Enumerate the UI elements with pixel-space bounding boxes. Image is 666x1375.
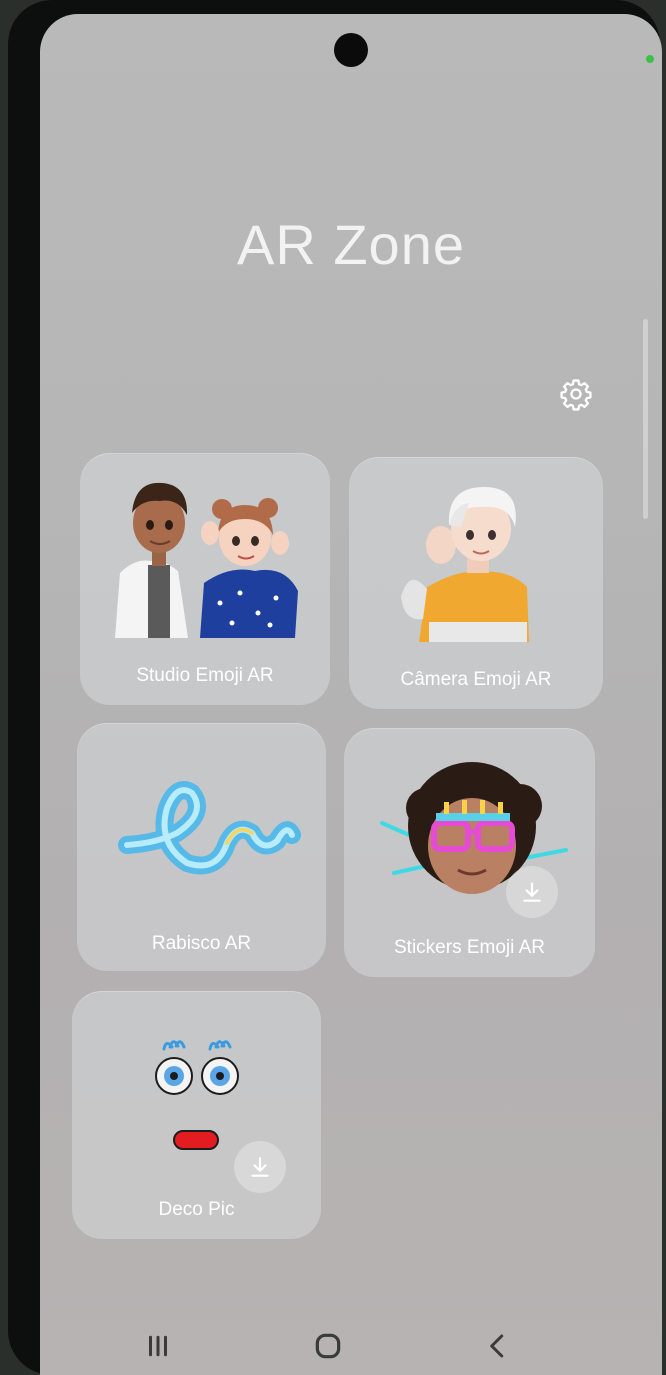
page-title: AR Zone xyxy=(237,213,465,276)
download-icon xyxy=(523,882,541,902)
screen: AR Zone Studio Emoji AR Câmera Emoji AR … xyxy=(40,14,662,1375)
waving-avatar-illustration xyxy=(401,487,529,642)
party-glasses-avatar-illustration xyxy=(380,762,568,894)
navigation-bar xyxy=(40,1314,662,1374)
download-icon xyxy=(251,1157,269,1177)
scroll-indicator[interactable] xyxy=(643,319,648,519)
recents-icon xyxy=(149,1335,167,1357)
settings-button[interactable] xyxy=(554,372,598,416)
tile-label: Studio Emoji AR xyxy=(136,665,274,686)
front-camera xyxy=(334,33,368,67)
tile-label: Deco Pic xyxy=(158,1199,235,1220)
tile-rabisco-ar[interactable]: Rabisco AR xyxy=(77,723,326,971)
download-button[interactable] xyxy=(506,866,558,918)
home-button[interactable] xyxy=(306,1324,350,1368)
tile-label: Rabisco AR xyxy=(151,933,252,954)
home-icon xyxy=(315,1333,341,1359)
back-button[interactable] xyxy=(476,1324,520,1368)
status-led xyxy=(646,55,654,63)
tile-studio-emoji-ar[interactable]: Studio Emoji AR xyxy=(80,453,330,705)
download-button[interactable] xyxy=(234,1141,286,1193)
tile-camera-emoji-ar[interactable]: Câmera Emoji AR xyxy=(349,457,603,709)
tile-deco-pic[interactable]: Deco Pic xyxy=(72,991,321,1239)
neon-scribble-illustration xyxy=(118,781,301,875)
two-avatars-illustration xyxy=(115,482,298,638)
tile-stickers-emoji-ar[interactable]: Stickers Emoji AR xyxy=(344,728,595,977)
recents-button[interactable] xyxy=(136,1324,180,1368)
gear-icon xyxy=(560,379,592,411)
tile-label: Stickers Emoji AR xyxy=(394,937,545,958)
back-icon xyxy=(490,1334,504,1358)
tile-label: Câmera Emoji AR xyxy=(400,669,552,690)
